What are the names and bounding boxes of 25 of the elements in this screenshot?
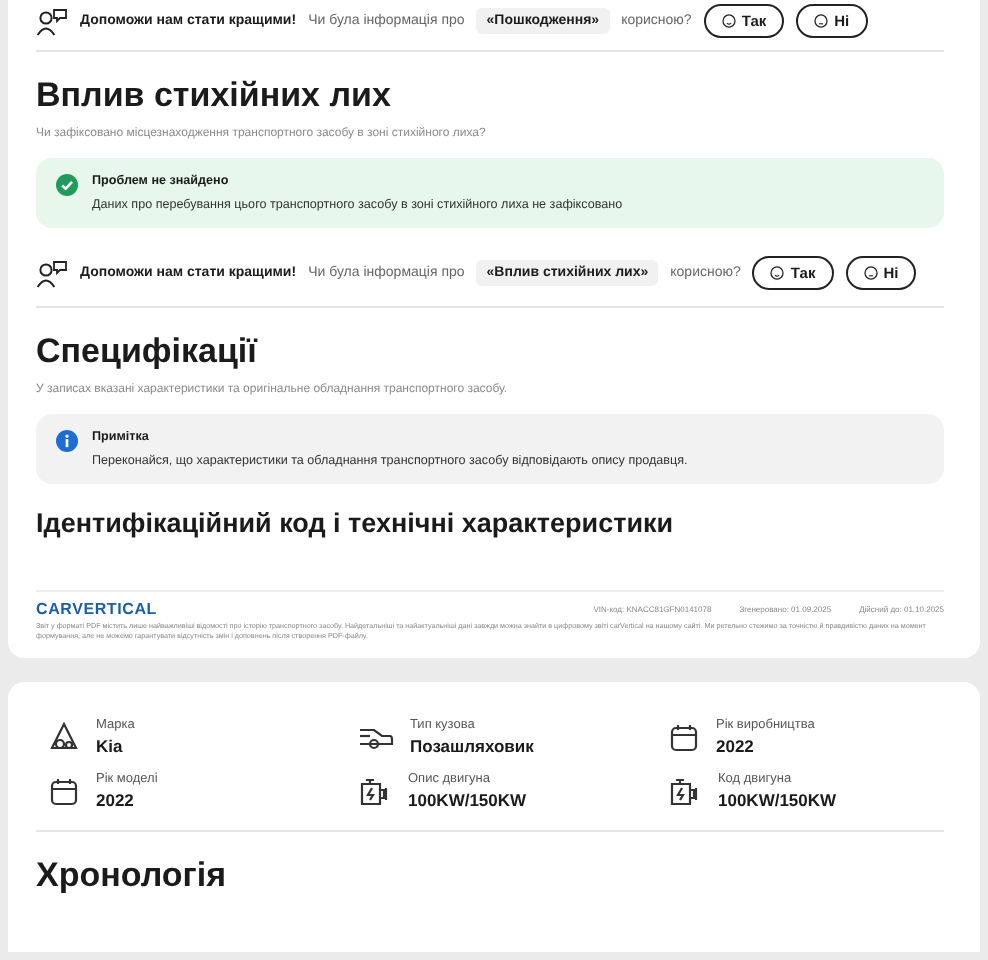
- section-title: Ідентифікаційний код і технічні характеристики: [36, 506, 676, 538]
- brand-icon: [48, 721, 80, 754]
- smile-icon: [721, 14, 736, 28]
- logo: CARVERTICAL: [36, 600, 157, 618]
- neutral-face-icon: [863, 266, 878, 280]
- spec-value: 100KW/150KW: [718, 790, 837, 811]
- person-speech-icon: [36, 259, 68, 287]
- section-title: Вплив стихійних лих: [36, 74, 393, 118]
- car-icon: [358, 723, 394, 752]
- spec-value: 100KW/150KW: [408, 790, 527, 811]
- engine-icon: [358, 775, 392, 808]
- smile-icon: [770, 266, 785, 280]
- spec-value: 2022: [96, 790, 136, 811]
- neutral-face-icon: [814, 14, 829, 28]
- spec-value: 2022: [716, 736, 756, 757]
- section-title: Хронологія: [36, 854, 229, 899]
- calendar-icon: [668, 721, 700, 754]
- spec-value: Позашляховик: [410, 736, 534, 757]
- section-title: Специфікації: [36, 330, 260, 374]
- check-icon: [56, 174, 78, 196]
- spec-value: Kia: [96, 736, 125, 757]
- engine-icon: [668, 775, 702, 808]
- person-speech-icon: [36, 7, 68, 35]
- calendar-icon: [48, 775, 80, 808]
- info-icon: [56, 430, 78, 452]
